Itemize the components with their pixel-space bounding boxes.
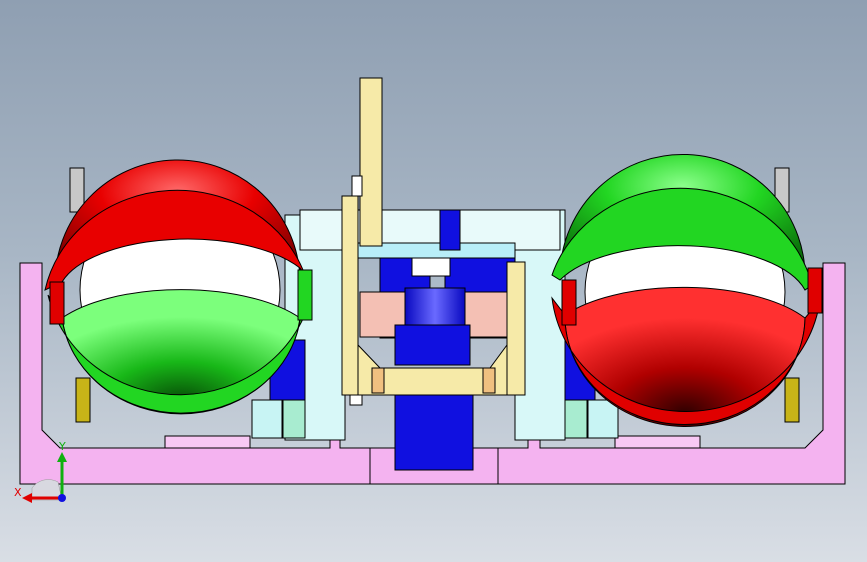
mint-block-right	[564, 399, 588, 439]
bolt-left	[349, 394, 363, 406]
base-plate-left	[164, 435, 251, 449]
cyan-block-left	[251, 399, 283, 439]
blue-top-block	[439, 209, 461, 251]
blue-shaft-lower	[394, 324, 471, 366]
right-sphere-assembly[interactable]	[551, 153, 823, 427]
arm-tab	[351, 175, 363, 197]
right-rod[interactable]	[506, 261, 526, 396]
pin-left	[371, 367, 385, 394]
right-ring-clip-right	[807, 267, 823, 314]
white-cap	[411, 257, 451, 277]
blue-shaft	[404, 287, 466, 327]
mint-block-left	[282, 399, 306, 439]
base-plate-right	[614, 435, 701, 449]
salmon-pad-right	[464, 291, 511, 338]
triad-x-label: X	[14, 486, 22, 499]
vertical-arm[interactable]	[359, 77, 383, 247]
cad-viewport[interactable]: X Y	[0, 0, 867, 562]
triad-y-arrow	[57, 452, 67, 462]
triad-x-arrow	[22, 493, 32, 503]
pin-right	[482, 367, 496, 394]
left-rod[interactable]	[341, 195, 359, 396]
right-bolt-bottom	[784, 377, 800, 423]
orientation-triad[interactable]: X Y	[10, 438, 80, 508]
blue-column	[394, 394, 474, 471]
triad-y-label: Y	[58, 440, 66, 453]
left-bolt-bottom	[75, 377, 91, 423]
left-ring-clip-right	[297, 269, 313, 321]
left-ring-clip-left	[49, 281, 65, 325]
cyan-block-right	[587, 399, 619, 439]
right-ring-clip-left	[561, 279, 577, 326]
assembly-model[interactable]	[0, 0, 867, 562]
triad-z-dot	[58, 494, 66, 502]
